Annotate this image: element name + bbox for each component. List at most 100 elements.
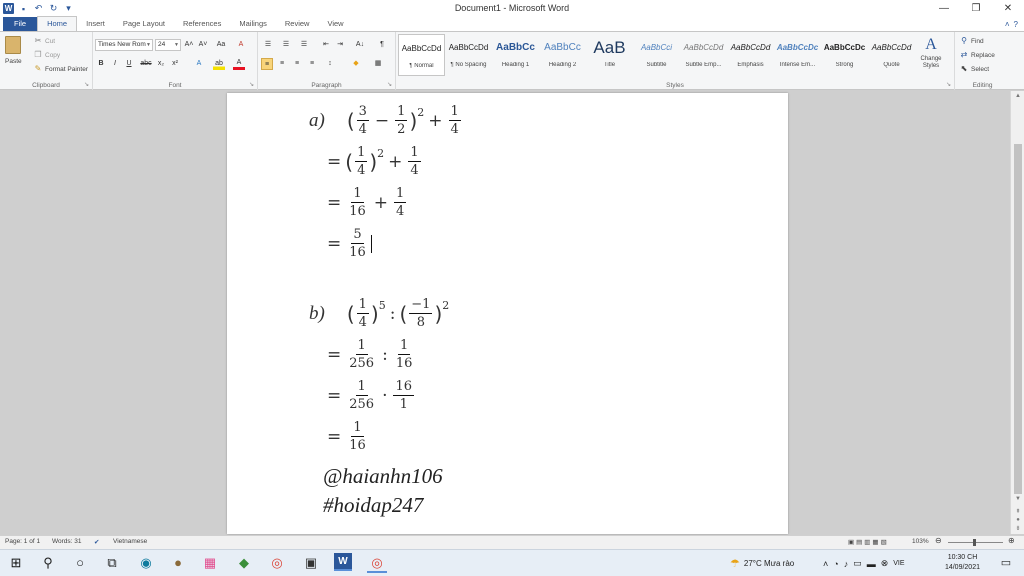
- scroll-thumb[interactable]: [1014, 144, 1022, 494]
- numbering-icon[interactable]: ☰: [280, 39, 292, 51]
- customize-qat-icon[interactable]: ▾: [63, 3, 74, 14]
- ime-icon[interactable]: ⊗: [881, 558, 889, 569]
- style-heading-1[interactable]: AaBbCc Heading 1: [492, 34, 539, 76]
- clipboard-launcher-icon[interactable]: ↘: [84, 81, 89, 88]
- tab-mailings[interactable]: Mailings: [230, 17, 276, 31]
- cortana-icon[interactable]: ○: [70, 553, 90, 573]
- chrome-icon[interactable]: ◎: [267, 553, 287, 573]
- vertical-scrollbar[interactable]: ▲ ▼ ⇞ ● ⇟: [1010, 91, 1024, 534]
- find-button[interactable]: ⚲ Find: [959, 36, 984, 46]
- styles-launcher-icon[interactable]: ↘: [946, 81, 951, 88]
- style-strong[interactable]: AaBbCcDc Strong: [821, 34, 868, 76]
- style-emphasis[interactable]: AaBbCcDd Emphasis: [727, 34, 774, 76]
- font-launcher-icon[interactable]: ↘: [249, 81, 254, 88]
- borders-icon[interactable]: ▦: [372, 58, 384, 70]
- copy-button[interactable]: ❐ Copy: [33, 50, 60, 60]
- tab-view[interactable]: View: [318, 17, 352, 31]
- font-size-combo[interactable]: 24 ▼: [155, 39, 181, 51]
- redo-icon[interactable]: ↻: [48, 3, 59, 14]
- help-icon[interactable]: ?: [1014, 20, 1018, 29]
- align-left-icon[interactable]: ≡: [261, 58, 273, 70]
- show-formatting-icon[interactable]: ¶: [376, 39, 388, 51]
- justify-icon[interactable]: ≡: [306, 58, 318, 70]
- undo-icon[interactable]: ↶: [33, 3, 44, 14]
- highlight-icon[interactable]: ab: [213, 58, 225, 70]
- browse-object-icon[interactable]: ●: [1011, 517, 1024, 523]
- scroll-down-icon[interactable]: ▼: [1011, 496, 1024, 502]
- chevron-up-icon[interactable]: ˄: [823, 559, 828, 569]
- sort-icon[interactable]: A↓: [354, 39, 366, 51]
- zoom-slider-thumb[interactable]: [973, 539, 976, 546]
- chat-icon[interactable]: ▣: [301, 553, 321, 573]
- style-intense-emphasis[interactable]: AaBbCcDc Intense Em...: [774, 34, 821, 76]
- format-painter-button[interactable]: ✎ Format Painter: [33, 64, 88, 74]
- chrome-taskbar-icon[interactable]: ◎: [367, 553, 387, 573]
- decrease-indent-icon[interactable]: ⇤: [320, 39, 332, 51]
- style-no-spacing[interactable]: AaBbCcDd ¶ No Spacing: [445, 34, 492, 76]
- word-count[interactable]: Words: 31: [52, 538, 82, 545]
- word-taskbar-icon[interactable]: W: [334, 553, 352, 571]
- shrink-font-button[interactable]: A˅: [197, 39, 209, 51]
- volume-icon[interactable]: ♪: [844, 559, 849, 569]
- input-language[interactable]: VIE: [893, 560, 904, 567]
- close-button[interactable]: ✕: [992, 0, 1024, 17]
- bullets-icon[interactable]: ☰: [262, 39, 274, 51]
- store-icon[interactable]: ▦: [200, 553, 220, 573]
- save-icon[interactable]: ▪: [18, 3, 29, 14]
- grow-font-button[interactable]: A˄: [183, 39, 195, 51]
- tab-home[interactable]: Home: [37, 16, 78, 31]
- tab-references[interactable]: References: [174, 17, 230, 31]
- style-subtitle[interactable]: AaBbCci Subtitle: [633, 34, 680, 76]
- previous-page-icon[interactable]: ⇞: [1011, 508, 1024, 515]
- style-subtle-emphasis[interactable]: AaBbCcDd Subtle Emp...: [680, 34, 727, 76]
- layers-icon[interactable]: ◆: [234, 553, 254, 573]
- align-right-icon[interactable]: ≡: [291, 58, 303, 70]
- paragraph-launcher-icon[interactable]: ↘: [387, 81, 392, 88]
- weather-widget[interactable]: ☂ 27°C Mưa rào: [730, 550, 794, 576]
- view-buttons[interactable]: ▣▤▥▦▧: [848, 538, 889, 546]
- proofing-icon[interactable]: ✔: [94, 538, 99, 546]
- multilevel-list-icon[interactable]: ☰: [298, 39, 310, 51]
- style-title[interactable]: AaB Title: [586, 34, 633, 76]
- minimize-button[interactable]: —: [928, 0, 960, 17]
- zoom-in-icon[interactable]: ⊕: [1008, 536, 1015, 545]
- network-icon[interactable]: ▬: [867, 559, 876, 569]
- superscript-button[interactable]: x²: [169, 58, 181, 70]
- style-normal[interactable]: AaBbCcDd ¶ Normal: [398, 34, 445, 76]
- task-view-icon[interactable]: ⧉: [102, 553, 122, 573]
- change-styles-button[interactable]: A Change Styles: [916, 36, 946, 70]
- minimize-ribbon-icon[interactable]: ˄: [1005, 20, 1010, 29]
- search-icon[interactable]: ⚲: [38, 553, 58, 573]
- increase-indent-icon[interactable]: ⇥: [334, 39, 346, 51]
- clear-formatting-icon[interactable]: A: [235, 39, 247, 51]
- style-quote[interactable]: AaBbCcDd Quote: [868, 34, 915, 76]
- language-indicator[interactable]: Vietnamese: [113, 538, 147, 545]
- wifi-icon[interactable]: ◔: [833, 559, 838, 569]
- battery-icon[interactable]: ▭: [853, 558, 862, 569]
- tab-page-layout[interactable]: Page Layout: [114, 17, 174, 31]
- tab-review[interactable]: Review: [276, 17, 319, 31]
- style-heading-2[interactable]: AaBbCc Heading 2: [539, 34, 586, 76]
- app-icon[interactable]: ●: [168, 553, 188, 573]
- tab-file[interactable]: File: [3, 17, 38, 31]
- edge-icon[interactable]: ◉: [136, 553, 156, 573]
- notifications-icon[interactable]: ▭: [996, 553, 1016, 573]
- zoom-out-icon[interactable]: ⊖: [935, 536, 942, 545]
- change-case-button[interactable]: Aa: [215, 39, 227, 51]
- text-effects-icon[interactable]: A: [193, 58, 205, 70]
- align-center-icon[interactable]: ≡: [276, 58, 288, 70]
- zoom-level[interactable]: 103%: [912, 538, 929, 545]
- bold-button[interactable]: B: [95, 58, 107, 70]
- next-page-icon[interactable]: ⇟: [1011, 525, 1024, 532]
- cut-button[interactable]: ✂ Cut: [33, 36, 55, 46]
- italic-button[interactable]: I: [109, 58, 121, 70]
- select-button[interactable]: ⬉ Select: [959, 64, 989, 74]
- underline-button[interactable]: U: [123, 58, 135, 70]
- subscript-button[interactable]: x₂: [155, 58, 167, 70]
- shading-icon[interactable]: ◆: [350, 58, 362, 70]
- clock[interactable]: 10:30 CH 14/09/2021: [945, 553, 980, 573]
- replace-button[interactable]: ⇄ Replace: [959, 50, 995, 60]
- line-spacing-icon[interactable]: ↕: [324, 58, 336, 70]
- scroll-up-icon[interactable]: ▲: [1011, 93, 1024, 99]
- word-logo-icon[interactable]: W: [3, 3, 14, 14]
